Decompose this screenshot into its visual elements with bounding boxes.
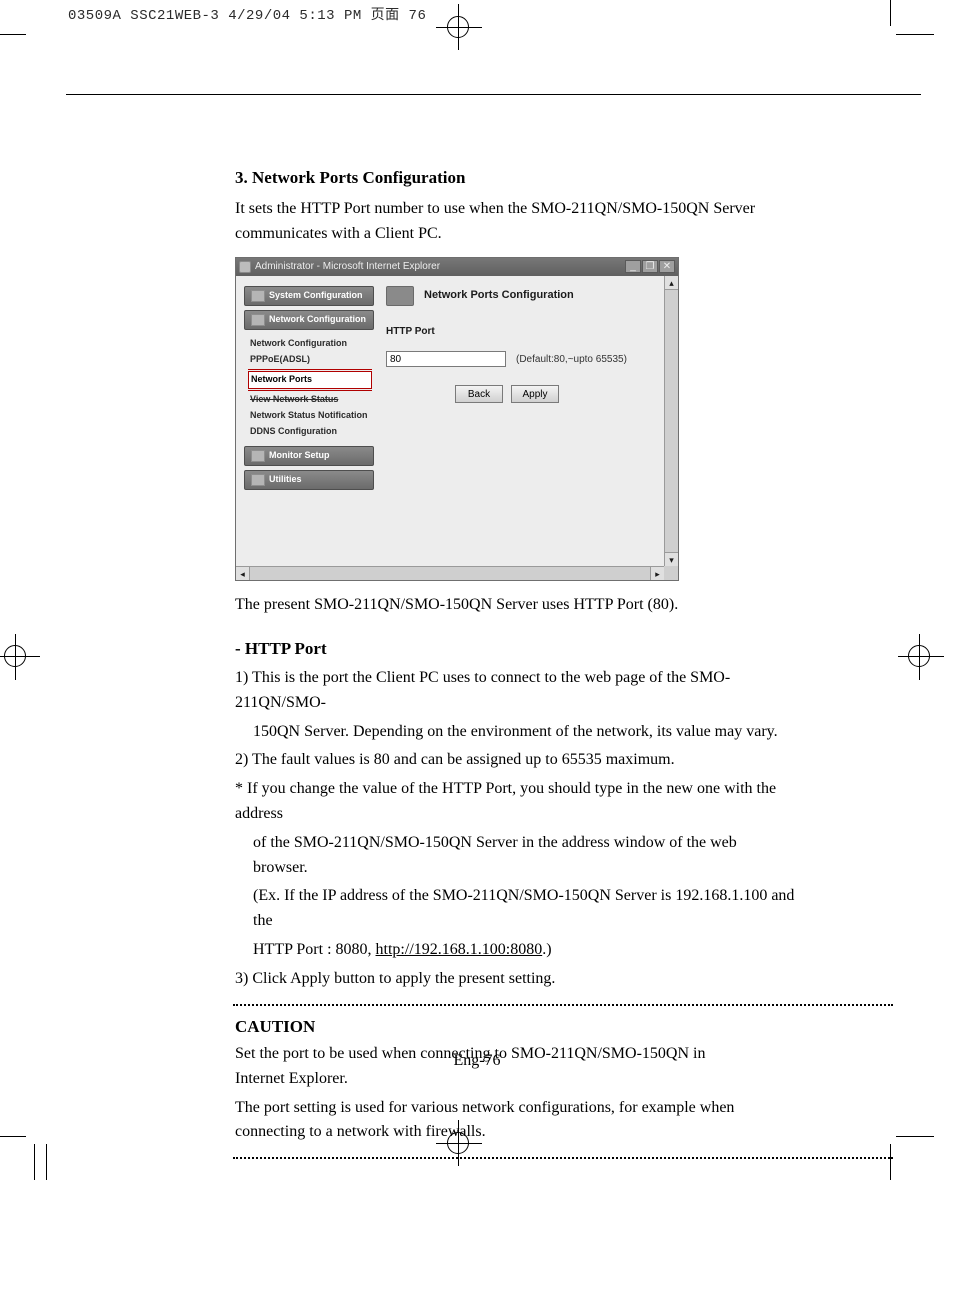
example-url: http://192.168.1.100:8080 bbox=[376, 941, 543, 958]
gear-icon bbox=[251, 290, 265, 302]
sidebar: System Configuration Network Configurati… bbox=[244, 286, 374, 494]
sidebar-item-status-notif[interactable]: Network Status Notification bbox=[248, 408, 372, 424]
heading-main: 3. Network Ports Configuration bbox=[235, 165, 795, 191]
crop-mark bbox=[896, 1136, 934, 1137]
panel-title: Network Ports Configuration bbox=[424, 287, 574, 304]
section-rule bbox=[66, 94, 921, 95]
tools-icon bbox=[251, 474, 265, 486]
crop-mark bbox=[436, 27, 482, 28]
note-c2-suffix: .) bbox=[542, 941, 551, 958]
crop-mark bbox=[46, 1144, 47, 1180]
crop-mark bbox=[890, 1144, 891, 1180]
maximize-button[interactable]: ❐ bbox=[642, 260, 658, 273]
close-button[interactable]: ✕ bbox=[659, 260, 675, 273]
vertical-scrollbar[interactable]: ▴ ▾ bbox=[664, 276, 678, 566]
note-c2-prefix: HTTP Port : 8080, bbox=[253, 941, 376, 958]
highlight-rule bbox=[248, 390, 372, 391]
note-b: of the SMO-211QN/SMO-150QN Server in the… bbox=[235, 831, 795, 881]
note-c1: (Ex. If the IP address of the SMO-211QN/… bbox=[235, 884, 795, 934]
scroll-corner bbox=[664, 566, 678, 580]
back-button[interactable]: Back bbox=[455, 385, 503, 403]
sidebar-item-network-ports[interactable]: Network Ports bbox=[248, 371, 372, 389]
after-shot-text: The present SMO-211QN/SMO-150QN Server u… bbox=[235, 593, 795, 618]
panel-icon bbox=[386, 286, 414, 306]
http-port-label: HTTP Port bbox=[386, 324, 658, 340]
crop-mark bbox=[0, 34, 26, 35]
dotted-rule bbox=[233, 1004, 893, 1006]
crop-mark bbox=[919, 634, 920, 680]
sidebar-submenu: Network Configuration PPPoE(ADSL) Networ… bbox=[244, 334, 374, 446]
note-a: * If you change the value of the HTTP Po… bbox=[235, 777, 795, 827]
caution-heading: CAUTION bbox=[235, 1014, 795, 1040]
dotted-rule bbox=[233, 1157, 893, 1159]
sidebar-label: Utilities bbox=[269, 473, 302, 487]
list-item-1a: 1) This is the port the Client PC uses t… bbox=[235, 666, 795, 716]
sidebar-btn-system[interactable]: System Configuration bbox=[244, 286, 374, 306]
apply-button[interactable]: Apply bbox=[511, 385, 559, 403]
http-port-hint: (Default:80,~upto 65535) bbox=[516, 352, 627, 368]
ie-icon bbox=[239, 261, 251, 273]
sidebar-label: Monitor Setup bbox=[269, 449, 330, 463]
highlight-rule bbox=[248, 369, 372, 370]
screenshot-window: Administrator - Microsoft Internet Explo… bbox=[235, 257, 679, 581]
window-titlebar: Administrator - Microsoft Internet Explo… bbox=[236, 258, 678, 276]
sidebar-item-netconfig[interactable]: Network Configuration bbox=[248, 336, 372, 352]
print-slug: 03509A SSC21WEB-3 4/29/04 5:13 PM 页面 76 bbox=[68, 4, 426, 24]
sidebar-btn-network[interactable]: Network Configuration bbox=[244, 310, 374, 330]
sidebar-btn-utilities[interactable]: Utilities bbox=[244, 470, 374, 490]
horizontal-scrollbar[interactable]: ◂ ▸ bbox=[236, 566, 678, 580]
window-title: Administrator - Microsoft Internet Explo… bbox=[255, 259, 440, 275]
crop-mark bbox=[34, 1144, 35, 1180]
page-number: Eng-76 bbox=[0, 1052, 954, 1070]
sidebar-btn-monitor[interactable]: Monitor Setup bbox=[244, 446, 374, 466]
sidebar-label: Network Configuration bbox=[269, 313, 366, 327]
list-item-1b: 150QN Server. Depending on the environme… bbox=[235, 720, 795, 745]
main-panel: Network Ports Configuration HTTP Port (D… bbox=[386, 286, 658, 404]
sidebar-item-pppoe[interactable]: PPPoE(ADSL) bbox=[248, 352, 372, 368]
heading-http-port: - HTTP Port bbox=[235, 636, 795, 662]
network-icon bbox=[251, 314, 265, 326]
intro-paragraph: It sets the HTTP Port number to use when… bbox=[235, 197, 795, 247]
scroll-left-icon[interactable]: ◂ bbox=[236, 567, 250, 580]
scroll-up-icon[interactable]: ▴ bbox=[665, 276, 678, 290]
note-c2: HTTP Port : 8080, http://192.168.1.100:8… bbox=[235, 938, 795, 963]
crop-mark bbox=[0, 1136, 26, 1137]
content-area: 3. Network Ports Configuration It sets t… bbox=[235, 165, 795, 1165]
scroll-down-icon[interactable]: ▾ bbox=[665, 552, 678, 566]
crop-mark bbox=[0, 656, 40, 657]
monitor-icon bbox=[251, 450, 265, 462]
http-port-input[interactable] bbox=[386, 351, 506, 367]
crop-mark bbox=[898, 656, 944, 657]
sidebar-item-ddns[interactable]: DDNS Configuration bbox=[248, 424, 372, 440]
caution-p2: The port setting is used for various net… bbox=[235, 1096, 755, 1146]
sidebar-label: System Configuration bbox=[269, 289, 363, 303]
minimize-button[interactable]: _ bbox=[625, 260, 641, 273]
crop-mark bbox=[896, 34, 934, 35]
list-item-2: 2) The fault values is 80 and can be ass… bbox=[235, 748, 795, 773]
crop-mark bbox=[890, 0, 891, 26]
crop-mark bbox=[15, 634, 16, 680]
list-item-3: 3) Click Apply button to apply the prese… bbox=[235, 967, 795, 992]
scroll-right-icon[interactable]: ▸ bbox=[650, 567, 664, 580]
sidebar-item-view-status[interactable]: View Network Status bbox=[248, 392, 372, 408]
